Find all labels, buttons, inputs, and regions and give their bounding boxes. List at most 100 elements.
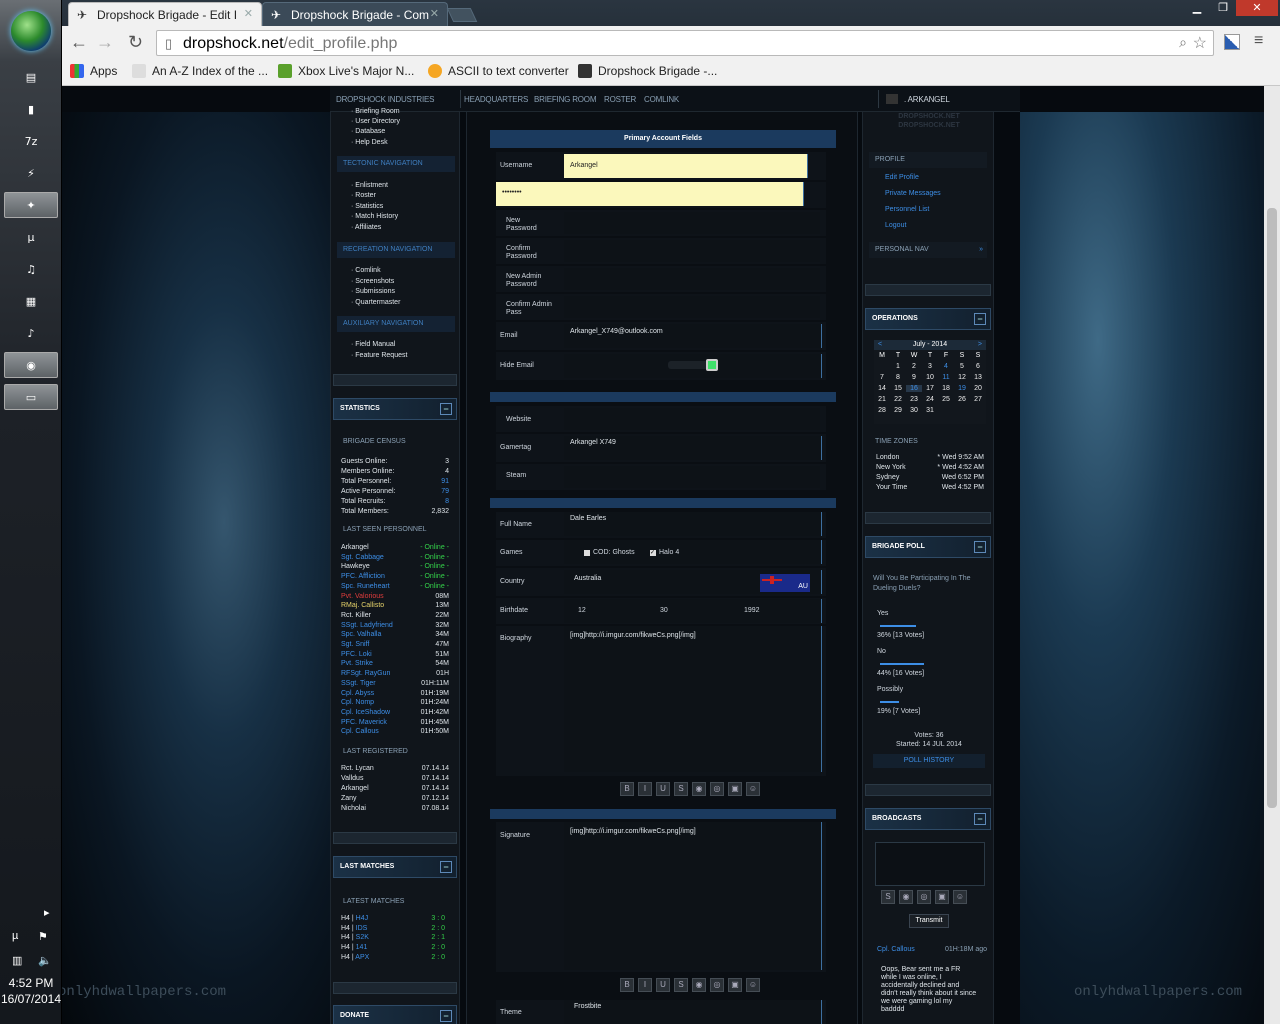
website-field[interactable] xyxy=(564,408,820,430)
calendar-date[interactable]: 29 xyxy=(890,407,906,414)
editor-button-1[interactable]: I xyxy=(638,782,652,796)
broadcast-user[interactable]: Cpl. Callous xyxy=(877,946,915,953)
sidebar-link-screenshots[interactable]: · Screenshots xyxy=(351,278,394,285)
list-item[interactable]: Arkangel - Online - xyxy=(341,544,449,551)
minimize-icon[interactable]: − xyxy=(974,813,986,825)
network-tray-icon[interactable]: ▥ xyxy=(12,954,22,967)
list-item[interactable]: Spc. Valhalla 34M xyxy=(341,631,449,638)
minimize-icon[interactable]: − xyxy=(440,861,452,873)
computer-icon[interactable]: ▤ xyxy=(4,64,58,90)
calendar-date[interactable]: 10 xyxy=(922,374,938,381)
member-name[interactable]: Valldus xyxy=(341,775,363,782)
list-item[interactable]: H4 | APX 2 : 0 xyxy=(341,954,449,961)
list-item[interactable]: Spc. Runeheart - Online - xyxy=(341,583,449,590)
personnel-name[interactable]: Rct. Killer xyxy=(341,612,371,619)
search-icon[interactable]: ⌕ xyxy=(1179,34,1187,51)
calendar-date[interactable]: 13 xyxy=(970,374,986,381)
flag-tray-icon[interactable]: ⚑ xyxy=(38,930,48,943)
poll-option-yes[interactable]: Yes xyxy=(877,610,888,617)
member-name[interactable]: Nicholai xyxy=(341,805,366,812)
personnel-name[interactable]: Arkangel xyxy=(341,544,369,551)
private-messages-link[interactable]: Private Messages xyxy=(885,190,941,197)
personnel-name[interactable]: Sgt. Cabbage xyxy=(341,554,384,561)
editor-button-0[interactable]: B xyxy=(620,978,634,992)
editor-button-7[interactable]: ☺ xyxy=(746,782,760,796)
sidebar-link-roster[interactable]: · Roster xyxy=(351,192,376,199)
calendar-date[interactable]: 21 xyxy=(874,396,890,403)
editor-button-0[interactable]: B xyxy=(620,782,634,796)
tab-edit-profile[interactable]: ✈ Dropshock Brigade - Edit I ✕ xyxy=(68,2,262,26)
list-item[interactable]: PFC. Affliction - Online - xyxy=(341,573,449,580)
gamertag-field[interactable]: Arkangel X749 xyxy=(564,436,822,460)
start-button[interactable] xyxy=(11,11,51,51)
personnel-name[interactable]: Cpl. Nomp xyxy=(341,699,374,706)
editor-button-2[interactable]: ◎ xyxy=(917,890,931,904)
bookmark-star-icon[interactable]: ☆ xyxy=(1193,33,1207,53)
match-opponent[interactable]: H4J xyxy=(356,915,368,922)
list-item[interactable]: Rct. Lycan 07.14.14 xyxy=(341,765,449,772)
editor-button-3[interactable]: ▣ xyxy=(935,890,949,904)
logout-link[interactable]: Logout xyxy=(885,222,906,229)
bookmark-xbox-live[interactable]: Xbox Live's Major N... xyxy=(278,64,414,78)
calendar-date[interactable]: 3 xyxy=(922,363,938,370)
personnel-name[interactable]: SSgt. Tiger xyxy=(341,680,376,687)
editor-button-6[interactable]: ▣ xyxy=(728,782,742,796)
lightning-app-icon[interactable]: ⚡ xyxy=(4,160,58,186)
nav-headquarters[interactable]: HEADQUARTERS xyxy=(464,95,528,104)
list-item[interactable]: Sgt. Sniff 47M xyxy=(341,641,449,648)
personnel-name[interactable]: PFC. Maverick xyxy=(341,719,387,726)
mp3-app-icon[interactable]: ♫ xyxy=(4,256,58,282)
calendar-date[interactable]: 12 xyxy=(954,374,970,381)
editor-button-3[interactable]: S xyxy=(674,978,688,992)
minimize-icon[interactable]: − xyxy=(974,313,986,325)
close-tab-icon[interactable]: ✕ xyxy=(430,7,439,20)
confirm-admin-field[interactable] xyxy=(564,296,820,318)
list-item[interactable]: Sgt. Cabbage - Online - xyxy=(341,554,449,561)
bookmark-az-index[interactable]: An A-Z Index of the ... xyxy=(132,64,268,78)
list-item[interactable]: Cpl. IceShadow 01H:42M xyxy=(341,709,449,716)
broadcast-input[interactable] xyxy=(875,842,985,886)
explorer-icon[interactable]: ▭ xyxy=(4,384,58,410)
xbox-app-icon[interactable]: ✦ xyxy=(4,192,58,218)
list-item[interactable]: Rct. Killer 22M xyxy=(341,612,449,619)
clock-date[interactable]: 16/07/2014 xyxy=(0,992,62,1006)
sidebar-link-quartermaster[interactable]: · Quartermaster xyxy=(351,299,400,306)
calendar-date[interactable]: 11 xyxy=(938,374,954,381)
personnel-name[interactable]: Sgt. Sniff xyxy=(341,641,369,648)
editor-button-3[interactable]: S xyxy=(674,782,688,796)
sidebar-link-feature-request[interactable]: · Feature Request xyxy=(351,352,407,359)
list-item[interactable]: Pvt. Valorious 08M xyxy=(341,593,449,600)
sidebar-link-help-desk[interactable]: · Help Desk xyxy=(351,139,388,146)
close-window-button[interactable]: ✕ xyxy=(1236,0,1278,16)
minimize-icon[interactable]: − xyxy=(974,541,986,553)
steam-field[interactable] xyxy=(564,466,820,488)
utorrent-tray-icon[interactable]: µ xyxy=(12,930,18,942)
list-item[interactable]: H4 | H4J 3 : 0 xyxy=(341,915,449,922)
volume-tray-icon[interactable]: 🔈 xyxy=(38,954,52,967)
calendar-date[interactable]: 2 xyxy=(906,363,922,370)
editor-button-1[interactable]: I xyxy=(638,978,652,992)
7zip-icon[interactable]: 7z xyxy=(4,128,58,154)
calendar-date[interactable]: 26 xyxy=(954,396,970,403)
member-name[interactable]: Zany xyxy=(341,795,357,802)
personnel-name[interactable]: Cpl. Abyss xyxy=(341,690,374,697)
bookmark-ascii[interactable]: ASCII to text converter xyxy=(428,64,569,78)
nav-roster[interactable]: ROSTER xyxy=(604,95,636,104)
sidebar-link-comlink[interactable]: · Comlink xyxy=(351,267,381,274)
calendar-date[interactable]: 9 xyxy=(906,374,922,381)
personnel-name[interactable]: RMaj. Callisto xyxy=(341,602,384,609)
list-item[interactable]: SSgt. Tiger 01H:11M xyxy=(341,680,449,687)
list-item[interactable]: Hawkeye - Online - xyxy=(341,563,449,570)
birth-day-select[interactable]: 12 xyxy=(578,607,586,614)
editor-button-6[interactable]: ▣ xyxy=(728,978,742,992)
calendar-date[interactable]: 28 xyxy=(874,407,890,414)
next-month-icon[interactable]: > xyxy=(978,340,982,350)
match-opponent[interactable]: 141 xyxy=(356,944,368,951)
editor-button-2[interactable]: U xyxy=(656,782,670,796)
match-opponent[interactable]: APX xyxy=(355,954,369,961)
sidebar-link-database[interactable]: · Database xyxy=(351,128,385,135)
editor-button-2[interactable]: U xyxy=(656,978,670,992)
tab-comlink[interactable]: ✈ Dropshock Brigade - Com ✕ xyxy=(262,2,448,26)
personnel-name[interactable]: PFC. Affliction xyxy=(341,573,385,580)
list-item[interactable]: Cpl. Nomp 01H:24M xyxy=(341,699,449,706)
